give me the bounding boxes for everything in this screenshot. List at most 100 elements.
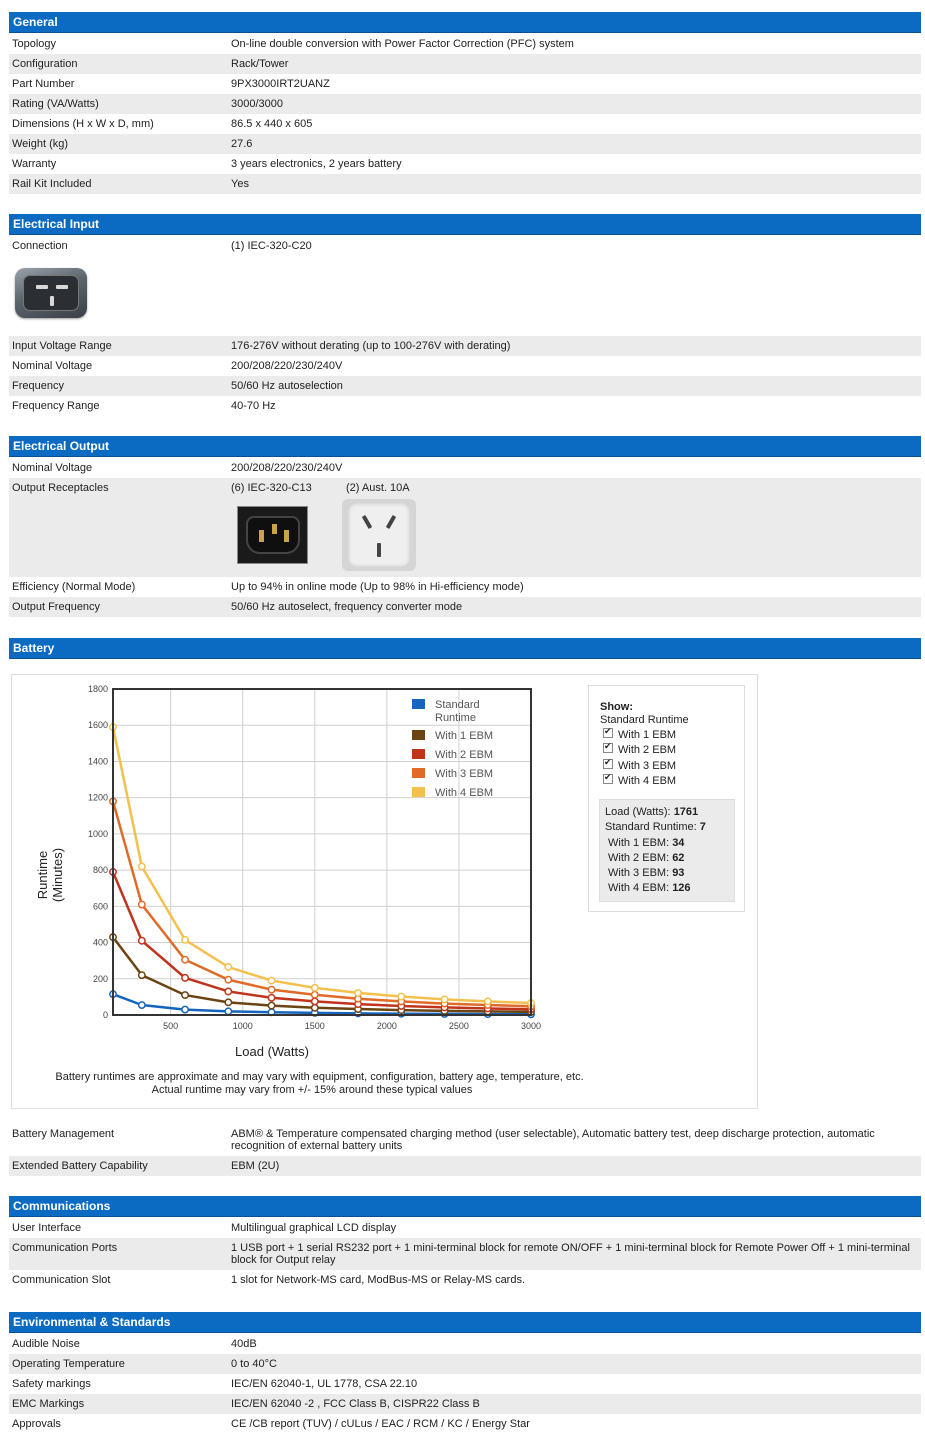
spec-row: Rail Kit Included Yes bbox=[9, 174, 921, 194]
chart-note: Battery runtimes are approximate and may… bbox=[55, 1071, 584, 1083]
data-point bbox=[224, 998, 233, 1007]
spec-row: Audible Noise 40dB bbox=[9, 1334, 921, 1354]
y-tick-label: 1000 bbox=[88, 829, 108, 839]
spec-row: Battery Management ABM® & Temperature com… bbox=[9, 1124, 921, 1156]
spec-label: EMC Markings bbox=[12, 1398, 85, 1410]
electrical-input-section: Electrical Input Connection (1) IEC-320-… bbox=[9, 214, 921, 416]
data-point bbox=[267, 1001, 276, 1010]
load-label: Load (Watts): bbox=[605, 806, 671, 818]
data-point bbox=[181, 973, 190, 982]
spec-row: Efficiency (Normal Mode) Up to 94% in onl… bbox=[9, 577, 921, 597]
readout-value: 34 bbox=[672, 836, 685, 849]
spec-label: Nominal Voltage bbox=[12, 462, 93, 474]
spec-row: Frequency 50/60 Hz autoselection bbox=[9, 376, 921, 396]
spec-row: Extended Battery Capability EBM (2U) bbox=[9, 1156, 921, 1176]
show-option-ebm2[interactable]: With 2 EBM bbox=[600, 741, 744, 759]
spec-row: Input Voltage Range 176-276V without dera… bbox=[9, 336, 921, 356]
data-point bbox=[483, 997, 492, 1006]
readout-value: 62 bbox=[672, 851, 685, 864]
data-point bbox=[267, 993, 276, 1002]
readout-label: With 3 EBM: bbox=[608, 867, 670, 880]
data-point bbox=[310, 990, 319, 999]
spec-row: Output Receptacles (6) IEC-320-C13 (2) A… bbox=[9, 478, 921, 577]
readout-label: With 1 EBM: bbox=[608, 836, 670, 849]
readout-value: 93 bbox=[672, 867, 685, 880]
readout-value: 7 bbox=[699, 821, 706, 834]
spec-label: Weight (kg) bbox=[12, 138, 69, 150]
show-option-ebm4[interactable]: With 4 EBM bbox=[600, 772, 744, 790]
legend-label: Runtime bbox=[435, 712, 476, 724]
spec-label: Warranty bbox=[12, 158, 57, 170]
x-tick-label: 2000 bbox=[377, 1021, 397, 1031]
spec-row: Connection (1) IEC-320-C20 bbox=[9, 236, 921, 336]
spec-label: Frequency bbox=[12, 380, 64, 392]
receptacle-caption: (6) IEC-320-C13 bbox=[231, 482, 312, 494]
legend-swatch bbox=[412, 749, 425, 759]
show-option-label: With 4 EBM bbox=[618, 775, 677, 788]
data-point bbox=[224, 975, 233, 984]
chart-note: Actual runtime may vary from +/- 15% aro… bbox=[151, 1084, 473, 1096]
data-point bbox=[267, 985, 276, 994]
battery-rows: Battery Management ABM® & Temperature com… bbox=[9, 1124, 921, 1176]
checkbox[interactable] bbox=[603, 741, 613, 754]
spec-value: CE /CB report (TUV) / cULus / EAC / RCM … bbox=[231, 1418, 530, 1430]
spec-label: Extended Battery Capability bbox=[12, 1160, 148, 1172]
spec-row: Rating (VA/Watts) 3000/3000 bbox=[9, 94, 921, 114]
legend-swatch bbox=[412, 787, 425, 797]
iec-c13-socket-icon bbox=[237, 506, 308, 564]
data-point bbox=[137, 936, 146, 945]
data-point bbox=[181, 991, 190, 1000]
y-tick-label: 1400 bbox=[88, 756, 108, 766]
section-heading: Electrical Output bbox=[9, 436, 921, 457]
load-readout: Load (Watts): 1761 Standard Runtime: 7 W… bbox=[599, 799, 735, 902]
y-tick-label: 600 bbox=[93, 901, 108, 911]
y-axis-title: (Minutes) bbox=[50, 848, 65, 902]
spec-row: Warranty 3 years electronics, 2 years bat… bbox=[9, 154, 921, 174]
spec-value: 86.5 x 440 x 605 bbox=[231, 118, 313, 130]
spec-row: User Interface Multilingual graphical LCD… bbox=[9, 1218, 921, 1238]
spec-value: 50/60 Hz autoselection bbox=[231, 380, 343, 392]
data-point bbox=[224, 1007, 233, 1016]
x-tick-label: 1500 bbox=[305, 1021, 325, 1031]
checkbox[interactable] bbox=[603, 726, 613, 738]
spec-value: 1 USB port + 1 serial RS232 port + 1 min… bbox=[231, 1242, 910, 1266]
spec-label: Battery Management bbox=[12, 1128, 115, 1140]
show-option-label: With 1 EBM bbox=[618, 728, 677, 741]
show-option-ebm1[interactable]: With 1 EBM bbox=[600, 726, 744, 743]
legend-swatch bbox=[412, 730, 425, 740]
section-heading: Battery bbox=[9, 638, 921, 659]
data-point bbox=[310, 997, 319, 1006]
general-section: General Topology On-line double conversio… bbox=[9, 12, 921, 194]
show-option-label: With 2 EBM bbox=[618, 744, 677, 757]
spec-value: 3 years electronics, 2 years battery bbox=[231, 158, 402, 170]
spec-row: Weight (kg) 27.6 bbox=[9, 134, 921, 154]
data-point bbox=[137, 862, 146, 871]
legend-label: With 3 EBM bbox=[435, 768, 493, 780]
spec-label: Efficiency (Normal Mode) bbox=[12, 581, 136, 593]
spec-label: Output Frequency bbox=[12, 601, 101, 613]
connection-caption: (1) IEC-320-C20 bbox=[231, 240, 312, 252]
section-heading: Environmental & Standards bbox=[9, 1312, 921, 1333]
checkbox[interactable] bbox=[603, 757, 613, 769]
data-point bbox=[137, 971, 146, 980]
spec-label: Part Number bbox=[12, 78, 75, 90]
y-tick-label: 1600 bbox=[88, 720, 108, 730]
spec-label: Rating (VA/Watts) bbox=[12, 98, 99, 110]
spec-value: 200/208/220/230/240V bbox=[231, 360, 343, 372]
legend-swatch bbox=[412, 699, 425, 709]
spec-value: 40dB bbox=[231, 1338, 257, 1350]
data-point bbox=[224, 987, 233, 996]
communications-section: Communications User Interface Multilingua… bbox=[9, 1196, 921, 1290]
data-point bbox=[267, 976, 276, 985]
spec-value: 9PX3000IRT2UANZ bbox=[231, 78, 330, 90]
section-heading: Electrical Input bbox=[9, 214, 921, 235]
readout-label: With 4 EBM: bbox=[608, 882, 670, 895]
data-point bbox=[224, 963, 233, 971]
iec-c20-plug-icon bbox=[15, 268, 87, 318]
y-tick-label: 1200 bbox=[88, 793, 108, 803]
y-tick-label: 200 bbox=[93, 974, 108, 984]
x-axis-title: Load (Watts) bbox=[235, 1044, 309, 1059]
checkbox[interactable] bbox=[603, 772, 613, 785]
show-option-ebm3[interactable]: With 3 EBM bbox=[600, 757, 744, 774]
electrical-output-section: Electrical Output Nominal Voltage 200/208… bbox=[9, 436, 921, 617]
